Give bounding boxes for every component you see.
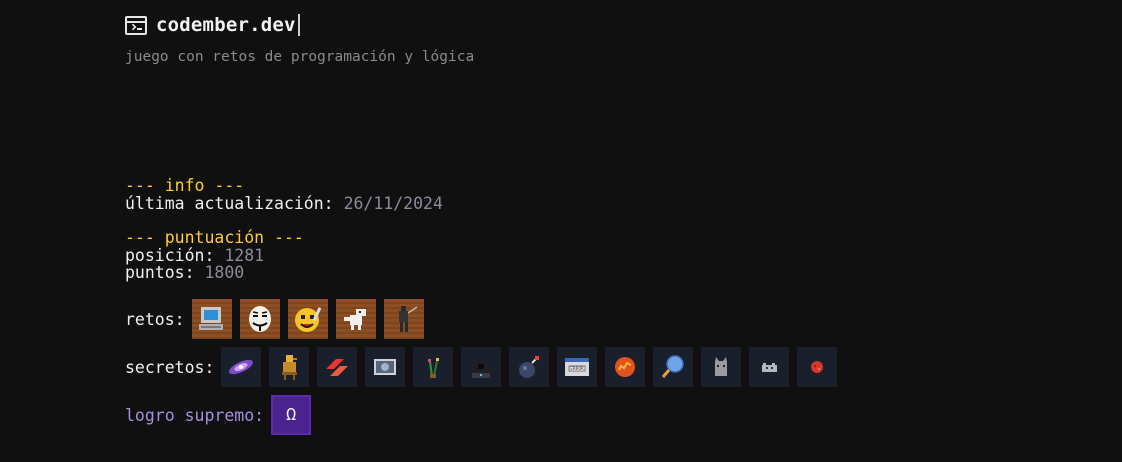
bomb-icon[interactable] [509, 347, 550, 387]
duck-icon[interactable] [269, 347, 310, 387]
last-update-value: 26/11/2024 [343, 194, 443, 213]
score-heading: --- puntuación --- [125, 228, 304, 247]
terminal-icon [125, 15, 147, 35]
points-value: 1800 [204, 263, 245, 282]
dino-badge-icon[interactable] [335, 299, 376, 339]
photo-icon[interactable] [365, 347, 406, 387]
secretos-row: secretos: ERROR [125, 347, 845, 387]
info-heading: --- info --- [125, 176, 245, 195]
retos-badges [191, 299, 432, 339]
retos-label: retos: [125, 309, 185, 329]
site-title[interactable]: codember.dev [156, 14, 296, 36]
red-planet-icon[interactable] [797, 347, 838, 387]
logro-row: logro supremo: Ω [125, 395, 312, 435]
svg-text:ERROR: ERROR [571, 366, 585, 372]
orange-ball-icon[interactable] [605, 347, 646, 387]
computer-badge-icon[interactable] [191, 299, 232, 339]
omega-badge-icon[interactable]: Ω [271, 395, 312, 435]
points-line: puntos: 1800 [125, 264, 244, 282]
points-label: puntos: [125, 263, 195, 282]
cat-icon[interactable] [701, 347, 742, 387]
site-header: codember.dev [125, 13, 300, 37]
text-cursor [297, 14, 300, 36]
racket-icon[interactable] [653, 347, 694, 387]
chevron-icon[interactable] [317, 347, 358, 387]
site-subtitle: juego con retos de programación y lógica [125, 49, 475, 65]
last-update-line: última actualización: 26/11/2024 [125, 195, 443, 213]
secretos-badges: ERROR [221, 347, 845, 387]
emoji-badge-icon[interactable] [287, 299, 328, 339]
plant-icon[interactable] [413, 347, 454, 387]
error-window-icon[interactable]: ERROR [557, 347, 598, 387]
galaxy-icon[interactable] [221, 347, 262, 387]
figure-badge-icon[interactable] [383, 299, 424, 339]
hacker-icon[interactable] [461, 347, 502, 387]
last-update-label: última actualización: [125, 194, 334, 213]
secretos-label: secretos: [125, 357, 215, 377]
mask-badge-icon[interactable] [239, 299, 280, 339]
logro-label: logro supremo: [125, 405, 265, 425]
retos-row: retos: [125, 299, 432, 339]
cloud-cat-icon[interactable] [749, 347, 790, 387]
page-content: codember.dev juego con retos de programa… [125, 0, 1122, 462]
